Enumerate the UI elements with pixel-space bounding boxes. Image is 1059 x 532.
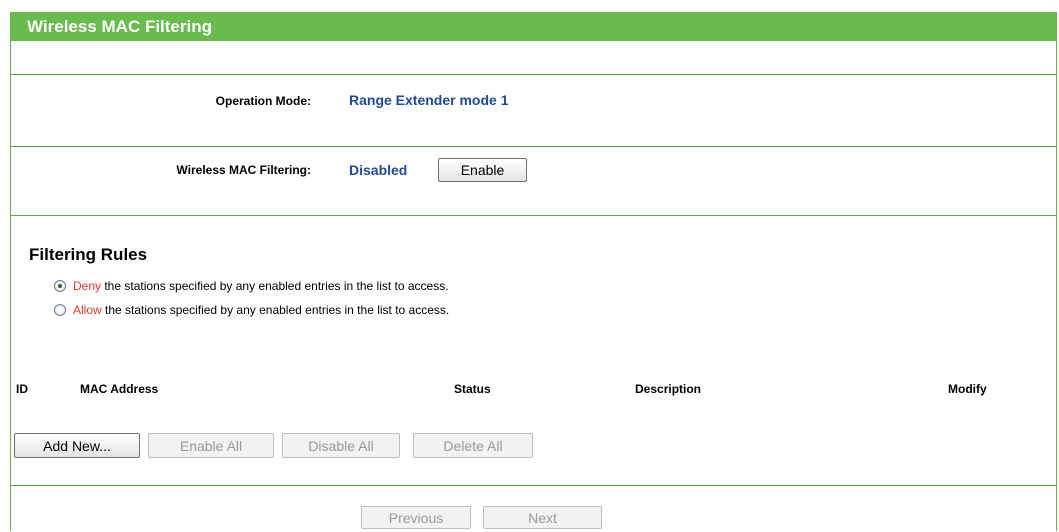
allow-radio[interactable] bbox=[54, 304, 66, 316]
divider bbox=[11, 146, 1056, 147]
settings-panel: Wireless MAC Filtering Operation Mode: R… bbox=[10, 12, 1057, 531]
column-header-status: Status bbox=[454, 382, 491, 396]
allow-rule-option[interactable]: Allow the stations specified by any enab… bbox=[54, 303, 449, 317]
divider bbox=[11, 74, 1056, 75]
allow-description: the stations specified by any enabled en… bbox=[101, 303, 450, 317]
operation-mode-value: Range Extender mode 1 bbox=[349, 92, 509, 108]
column-header-mac-address: MAC Address bbox=[80, 382, 159, 396]
divider bbox=[11, 215, 1056, 216]
panel-header: Wireless MAC Filtering bbox=[11, 12, 1056, 41]
enable-all-button[interactable]: Enable All bbox=[148, 433, 274, 458]
add-new-button[interactable]: Add New... bbox=[14, 433, 140, 458]
divider bbox=[11, 485, 1056, 486]
operation-mode-label: Operation Mode: bbox=[215, 94, 311, 108]
next-button[interactable]: Next bbox=[483, 506, 602, 529]
delete-all-button[interactable]: Delete All bbox=[413, 433, 533, 458]
mac-filtering-status: Disabled bbox=[349, 162, 408, 178]
column-header-description: Description bbox=[635, 382, 702, 396]
page-title: Wireless MAC Filtering bbox=[27, 17, 212, 36]
disable-all-button[interactable]: Disable All bbox=[282, 433, 400, 458]
filtering-rules-title: Filtering Rules bbox=[29, 245, 148, 264]
enable-filtering-button[interactable]: Enable bbox=[438, 158, 527, 182]
allow-keyword: Allow bbox=[73, 303, 102, 317]
deny-rule-option[interactable]: Deny the stations specified by any enabl… bbox=[54, 279, 449, 293]
deny-radio[interactable] bbox=[54, 280, 66, 292]
previous-button[interactable]: Previous bbox=[361, 506, 471, 529]
column-header-id: ID bbox=[16, 382, 28, 396]
deny-keyword: Deny bbox=[73, 279, 102, 293]
column-header-modify: Modify bbox=[948, 382, 987, 396]
mac-filtering-label: Wireless MAC Filtering: bbox=[176, 163, 311, 177]
deny-description: the stations specified by any enabled en… bbox=[101, 279, 449, 293]
